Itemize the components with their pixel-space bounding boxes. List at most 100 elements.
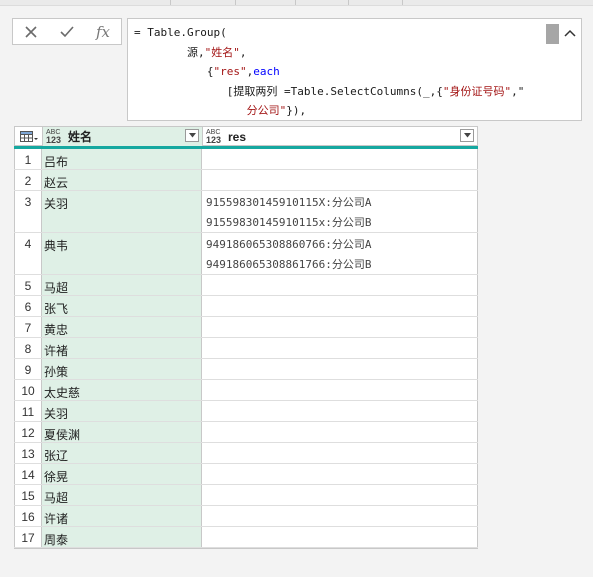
row-number: 14 xyxy=(14,464,42,484)
cell-name[interactable]: 赵云 xyxy=(42,170,202,190)
formula-line: {"res",each xyxy=(134,62,541,82)
type-any-icon: ABC 123 xyxy=(206,128,222,145)
column-filter-button[interactable] xyxy=(460,129,474,142)
cell-name[interactable]: 吕布 xyxy=(42,149,202,169)
table-row[interactable]: 7 黄忠 xyxy=(14,317,478,338)
cell-res[interactable] xyxy=(202,275,478,295)
res-value: 91559830145910115X:分公司A xyxy=(206,196,372,209)
formula-token: [提取两列 =Table.SelectColumns(_,{ xyxy=(134,84,443,98)
cell-res[interactable] xyxy=(202,506,478,526)
cell-name[interactable]: 夏侯渊 xyxy=(42,422,202,442)
table-row[interactable]: 10 太史慈 xyxy=(14,380,478,401)
cell-res[interactable] xyxy=(202,401,478,421)
row-number: 10 xyxy=(14,380,42,400)
cell-name[interactable]: 典韦 xyxy=(42,233,202,274)
table-row[interactable]: 2 赵云 xyxy=(14,170,478,191)
column-header-label: res xyxy=(228,129,247,144)
table-row[interactable]: 11 关羽 xyxy=(14,401,478,422)
formula-line: = Table.Group( xyxy=(134,23,541,43)
commit-button[interactable] xyxy=(55,21,79,43)
cell-res[interactable] xyxy=(202,170,478,190)
ribbon-edge xyxy=(0,0,593,6)
table-row[interactable]: 16 许诸 xyxy=(14,506,478,527)
formula-buttons: fx xyxy=(12,18,122,45)
res-value: 91559830145910115x:分公司B xyxy=(206,216,372,229)
table-row[interactable]: 5 马超 xyxy=(14,275,478,296)
row-number: 5 xyxy=(14,275,42,295)
cell-name[interactable]: 马超 xyxy=(42,485,202,505)
cell-res[interactable] xyxy=(202,485,478,505)
row-number: 2 xyxy=(14,170,42,190)
cancel-button[interactable] xyxy=(19,21,43,43)
cell-res[interactable] xyxy=(202,464,478,484)
cell-res[interactable] xyxy=(202,422,478,442)
table-row[interactable]: 1 吕布 xyxy=(14,149,478,170)
cell-res[interactable] xyxy=(202,317,478,337)
cell-name[interactable]: 孙策 xyxy=(42,359,202,379)
row-number: 11 xyxy=(14,401,42,421)
table-row[interactable]: 6 张飞 xyxy=(14,296,478,317)
column-header-res[interactable]: ABC 123 res xyxy=(203,127,477,146)
cell-res[interactable] xyxy=(202,296,478,316)
insert-function-button[interactable]: fx xyxy=(91,21,115,43)
row-number: 1 xyxy=(14,149,42,169)
cell-name[interactable]: 许褚 xyxy=(42,338,202,358)
cell-res[interactable] xyxy=(202,149,478,169)
cell-res[interactable] xyxy=(202,338,478,358)
cell-res[interactable]: 949186065308860766:分公司A 94918606530886176… xyxy=(202,233,478,274)
cell-name[interactable]: 许诸 xyxy=(42,506,202,526)
cell-name[interactable]: 关羽 xyxy=(42,401,202,421)
row-number: 12 xyxy=(14,422,42,442)
row-number: 15 xyxy=(14,485,42,505)
formula-token: , xyxy=(239,45,247,59)
table-menu-button[interactable] xyxy=(15,127,43,146)
cell-res[interactable] xyxy=(202,527,478,547)
formula-line: 去重=Table.Distinct(提取两列), xyxy=(134,121,541,122)
row-number: 7 xyxy=(14,317,42,337)
type-any-icon: ABC 123 xyxy=(46,128,62,145)
row-number: 17 xyxy=(14,527,42,547)
table-row[interactable]: 13 张辽 xyxy=(14,443,478,464)
cell-name[interactable]: 太史慈 xyxy=(42,380,202,400)
cell-name[interactable]: 马超 xyxy=(42,275,202,295)
collapse-formula-button[interactable] xyxy=(562,25,578,41)
row-number: 4 xyxy=(14,233,42,274)
row-number: 3 xyxy=(14,191,42,232)
table-row[interactable]: 15 马超 xyxy=(14,485,478,506)
cell-res[interactable]: 91559830145910115X:分公司A 91559830145910115… xyxy=(202,191,478,232)
cell-name[interactable]: 徐晃 xyxy=(42,464,202,484)
column-filter-button[interactable] xyxy=(185,129,199,142)
formula-line: [提取两列 =Table.SelectColumns(_,{"身份证号码"," xyxy=(134,82,541,102)
cell-name[interactable]: 张飞 xyxy=(42,296,202,316)
cell-name[interactable]: 张辽 xyxy=(42,443,202,463)
formula-text[interactable]: = Table.Group( 源,"姓名", {"res",each [提取两列… xyxy=(134,23,541,122)
table-row[interactable]: 4 典韦 949186065308860766:分公司A 94918606530886… xyxy=(14,233,478,275)
formula-line: 分公司"}), xyxy=(134,101,541,120)
cell-name[interactable]: 黄忠 xyxy=(42,317,202,337)
table-row[interactable]: 14 徐晃 xyxy=(14,464,478,485)
column-header-name[interactable]: ABC 123 姓名 xyxy=(43,127,203,146)
formula-token: "身份证号码" xyxy=(442,84,512,98)
cell-name[interactable]: 关羽 xyxy=(42,191,202,232)
cell-res[interactable] xyxy=(202,443,478,463)
formula-scrollbar-thumb[interactable] xyxy=(546,24,559,44)
res-value: 949186065308861766:分公司B xyxy=(206,258,372,271)
row-number: 6 xyxy=(14,296,42,316)
formula-token: 源, xyxy=(134,45,205,59)
fx-icon: fx xyxy=(95,22,110,41)
table-icon xyxy=(19,130,38,142)
table-row[interactable]: 17 周泰 xyxy=(14,527,478,548)
table-row[interactable]: 9 孙策 xyxy=(14,359,478,380)
formula-token: "姓名" xyxy=(204,45,240,59)
table-row[interactable]: 8 许褚 xyxy=(14,338,478,359)
cell-res[interactable] xyxy=(202,380,478,400)
table-row[interactable]: 12 夏侯渊 xyxy=(14,422,478,443)
formula-line: 源,"姓名", xyxy=(134,43,541,63)
table-row[interactable]: 3 关羽 91559830145910115X:分公司A 91559830145910… xyxy=(14,191,478,233)
cell-res[interactable] xyxy=(202,359,478,379)
cell-name[interactable]: 周泰 xyxy=(42,527,202,547)
formula-token: }), xyxy=(286,104,307,117)
formula-bar[interactable]: = Table.Group( 源,"姓名", {"res",each [提取两列… xyxy=(127,18,582,121)
check-icon xyxy=(60,25,74,37)
dropdown-arrow-icon xyxy=(188,133,196,138)
